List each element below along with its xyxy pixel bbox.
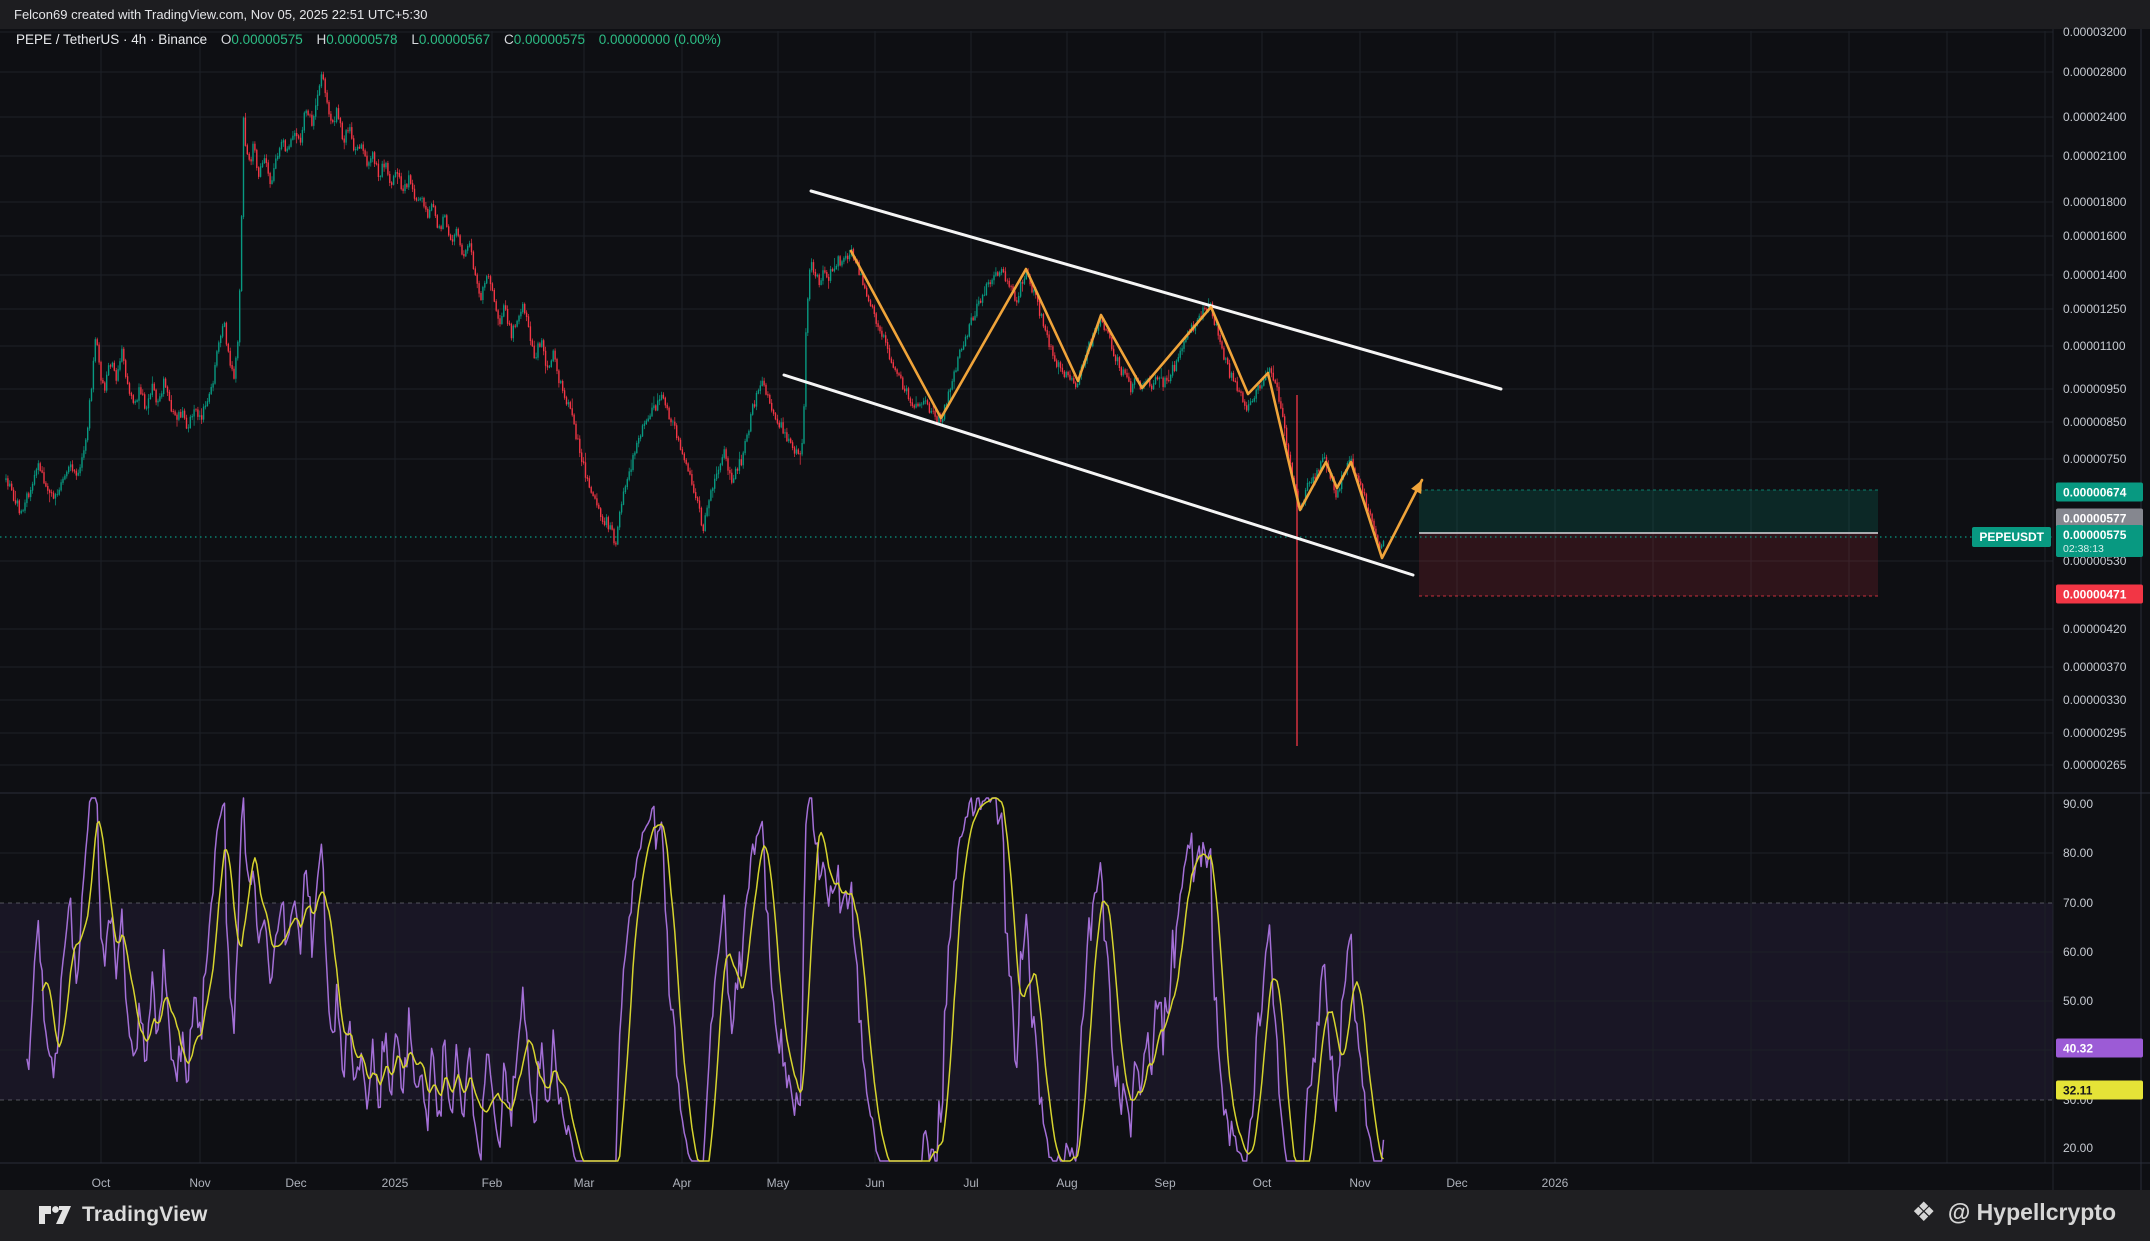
chart-area[interactable]: PEPE / TetherUS · 4h · Binance O0.000005… [0,29,2150,1190]
change-value: 0.00000000 (0.00%) [599,32,721,47]
price-tick: 0.00001100 [2063,339,2126,353]
tradingview-logo-text: TradingView [82,1203,208,1227]
time-label-2026[interactable]: 2026 [1542,1176,1569,1190]
time-label-apr[interactable]: Apr [673,1176,692,1190]
price-tick: 0.00000420 [2063,622,2126,636]
candle-bodies-up [6,74,1384,548]
time-label-aug[interactable]: Aug [1056,1176,1077,1190]
rsi-value-label: 40.32 [2056,1039,2143,1058]
position-profit-zone[interactable] [1419,490,1878,533]
position-loss-zone[interactable] [1419,533,1878,596]
price-tick: 0.00001400 [2063,268,2126,282]
footer-bar: TradingView ❖ @ Hypellcrypto [0,1190,2150,1241]
close-label: C [504,32,514,47]
time-label-jul[interactable]: Jul [963,1176,978,1190]
time-label-may[interactable]: May [767,1176,790,1190]
high-label: H [316,32,326,47]
price-tick: 0.00000370 [2063,660,2126,674]
candle-wicks-up [6,72,1384,549]
time-label-nov[interactable]: Nov [1349,1176,1370,1190]
time-label-dec[interactable]: Dec [285,1176,306,1190]
price-tick: 0.00000850 [2063,415,2126,429]
target-price-label: 0.00000674 [2056,483,2143,502]
watermark: ❖ @ Hypellcrypto [1912,1199,2116,1226]
close-value: 0.00000575 [514,32,585,47]
projection-zigzag[interactable] [851,251,1422,558]
diamond-icon: ❖ [1912,1199,1936,1226]
price-tick: 0.00000950 [2063,382,2126,396]
price-tick: 0.00001600 [2063,229,2126,243]
rsi-tick: 20.00 [2063,1141,2093,1155]
rsi-tick: 60.00 [2063,945,2093,959]
price-tick: 0.00002800 [2063,65,2126,79]
high-value: 0.00000578 [326,32,397,47]
candle-wicks-down [8,72,1380,549]
price-tick: 0.00000295 [2063,726,2126,740]
price-tick: 0.00001800 [2063,195,2126,209]
low-label: L [411,32,419,47]
tradingview-logo-icon [38,1202,72,1228]
price-tick: 0.00000750 [2063,452,2126,466]
price-tick: 0.00000265 [2063,758,2126,772]
time-label-jun[interactable]: Jun [865,1176,884,1190]
price-tick: 0.00000330 [2063,693,2126,707]
stop-price-label: 0.00000471 [2056,585,2143,604]
rsi-tick: 80.00 [2063,846,2093,860]
channel-upper-trendline[interactable] [811,191,1501,389]
time-label-oct[interactable]: Oct [1253,1176,1272,1190]
symbol-legend[interactable]: PEPE / TetherUS · 4h · Binance O0.000005… [16,32,721,47]
watermark-handle: @ Hypellcrypto [1948,1199,2116,1226]
time-label-2025[interactable]: 2025 [382,1176,409,1190]
open-value: 0.00000575 [231,32,302,47]
rsi-tick: 50.00 [2063,994,2093,1008]
open-label: O [221,32,232,47]
countdown-timer: 02:38:13 [2063,543,2139,555]
price-tick: 0.00001250 [2063,302,2126,316]
price-tick: 0.00003200 [2063,25,2126,39]
snapshot-title-bar: Felcon69 created with TradingView.com, N… [0,0,2150,29]
symbol-title[interactable]: PEPE / TetherUS · 4h · Binance [16,32,207,47]
current-price-label: 0.0000057502:38:13 [2056,525,2143,557]
time-label-sep[interactable]: Sep [1154,1176,1175,1190]
rsi-tick: 70.00 [2063,896,2093,910]
chart-canvas[interactable] [0,29,2150,1190]
low-value: 0.00000567 [419,32,490,47]
price-tick: 0.00002400 [2063,110,2126,124]
time-label-mar[interactable]: Mar [574,1176,595,1190]
time-label-oct[interactable]: Oct [92,1176,111,1190]
price-line-symbol-label: PEPEUSDT [1972,527,2051,547]
rsi-tick: 90.00 [2063,797,2093,811]
tradingview-logo[interactable]: TradingView [38,1202,208,1228]
time-label-nov[interactable]: Nov [189,1176,210,1190]
rsi-ma-value-label: 32.11 [2056,1081,2143,1100]
time-label-dec[interactable]: Dec [1446,1176,1467,1190]
price-tick: 0.00002100 [2063,149,2126,163]
time-label-feb[interactable]: Feb [482,1176,503,1190]
candle-bodies-down [8,74,1380,548]
